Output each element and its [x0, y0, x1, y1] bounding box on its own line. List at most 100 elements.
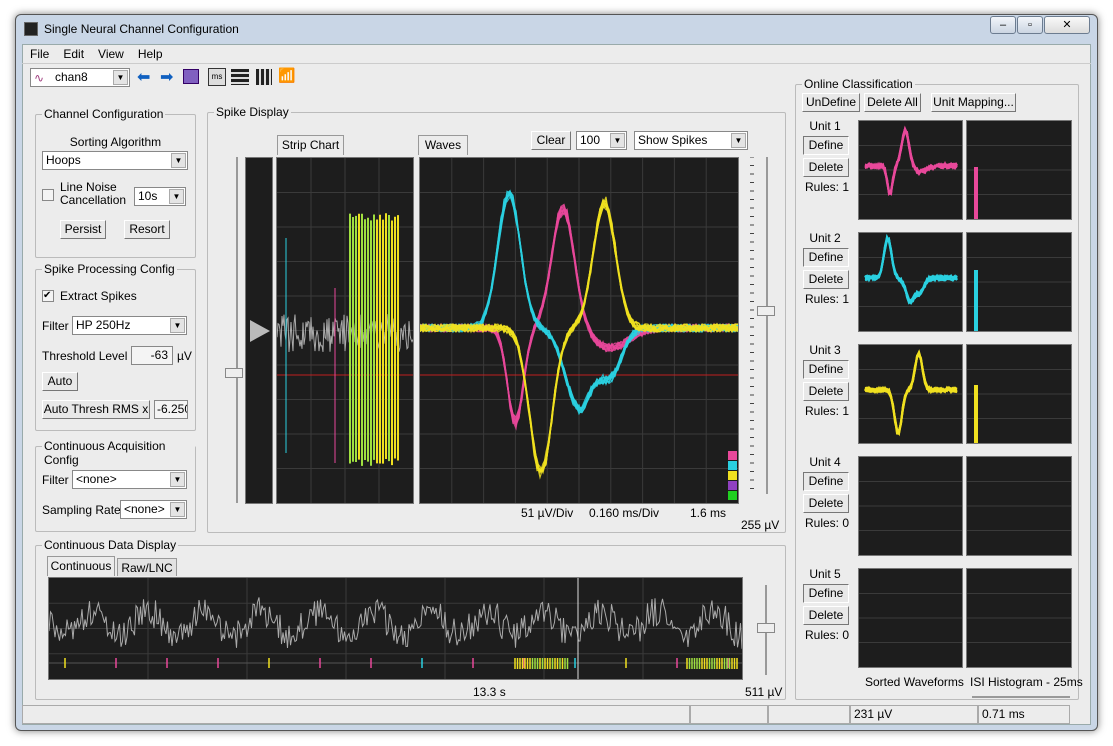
isi-slider[interactable]	[972, 696, 1070, 698]
line-noise-interval-select[interactable]: 10s ▼	[134, 187, 186, 206]
unit-row: Unit 4 Define Delete Rules: 0	[800, 454, 856, 554]
channel-value: chan8	[55, 70, 88, 84]
sampling-rate-select[interactable]: <none> ▼	[120, 500, 187, 519]
define-button[interactable]: Define	[803, 136, 849, 155]
arrow-right-icon[interactable]: ➡	[160, 67, 173, 87]
scale-ruler	[750, 157, 754, 489]
threshold-slider-thumb[interactable]	[225, 368, 243, 378]
unit-waveform	[864, 237, 958, 306]
rules-count: Rules: 0	[804, 628, 850, 642]
volts-per-div-label: 51 µV/Div	[521, 506, 574, 520]
unit-waveform	[864, 238, 958, 304]
persist-button[interactable]: Persist	[60, 220, 106, 239]
grid-view-icon[interactable]	[256, 69, 272, 85]
unit-name: Unit 1	[809, 119, 841, 133]
resort-button[interactable]: Resort	[124, 220, 170, 239]
line-noise-interval-value: 10s	[138, 189, 158, 203]
ms-view-icon[interactable]: ms	[208, 68, 226, 86]
scale-slider-thumb[interactable]	[757, 306, 775, 316]
rms-multiplier-input[interactable]: -6.250	[154, 400, 188, 419]
threshold-slider-track	[236, 157, 238, 503]
close-button[interactable]: ✕	[1044, 16, 1090, 34]
tab-raw-lnc[interactable]: Raw/LNC	[117, 558, 177, 576]
sorted-waveform-svg	[859, 593, 962, 643]
undefine-button[interactable]: UnDefine	[802, 93, 860, 112]
menu-edit[interactable]: Edit	[63, 47, 84, 61]
continuous-scale-thumb[interactable]	[757, 623, 775, 633]
sorting-algorithm-value: Hoops	[46, 153, 81, 167]
channel-select[interactable]: ∿ chan8 ▼	[30, 68, 130, 87]
delete-button[interactable]: Delete	[803, 270, 849, 289]
channel-configuration-group: Channel Configuration Sorting Algorithm …	[35, 107, 196, 258]
chevron-down-icon: ▼	[731, 133, 746, 148]
isi-histogram-svg	[967, 257, 1071, 331]
unit-name: Unit 5	[809, 567, 841, 581]
auto-button[interactable]: Auto	[42, 372, 78, 391]
arrow-left-icon[interactable]: ⬅	[137, 67, 150, 87]
app-icon	[24, 22, 38, 36]
define-button[interactable]: Define	[803, 584, 849, 603]
display-mode-value: Show Spikes	[638, 133, 708, 147]
threshold-unit: µV	[177, 349, 192, 363]
maximize-button[interactable]: ▫	[1017, 16, 1043, 34]
tab-waves[interactable]: Waves	[418, 135, 468, 155]
line-noise-checkbox[interactable]	[42, 189, 54, 201]
tab-strip-chart[interactable]: Strip Chart	[277, 135, 344, 155]
tab-continuous[interactable]: Continuous	[47, 556, 115, 576]
define-button[interactable]: Define	[803, 360, 849, 379]
delete-all-button[interactable]: Delete All	[864, 93, 921, 112]
clear-button[interactable]: Clear	[531, 131, 571, 150]
continuous-filter-select[interactable]: <none> ▼	[72, 470, 187, 489]
menu-view[interactable]: View	[98, 47, 124, 61]
unit-waveform	[864, 126, 958, 196]
sorted-waveform-svg	[859, 233, 962, 307]
extract-spikes-checkbox[interactable]: ✔	[42, 290, 54, 302]
antenna-icon[interactable]: 📶	[278, 67, 295, 84]
strip-chart-svg	[277, 158, 413, 503]
define-button[interactable]: Define	[803, 472, 849, 491]
sampling-rate-value: <none>	[124, 502, 165, 516]
unit-mapping-button[interactable]: Unit Mapping...	[931, 93, 1016, 112]
chevron-down-icon: ▼	[113, 70, 128, 85]
isi-histogram-plot	[966, 232, 1072, 332]
sorted-waveform-plot	[858, 456, 963, 556]
unit-row: Unit 5 Define Delete Rules: 0	[800, 566, 856, 666]
sorted-waveform-svg	[859, 481, 962, 531]
sorted-waveform-plot	[858, 568, 963, 668]
strip-chart-plot	[276, 157, 414, 504]
isi-histogram-plot	[966, 344, 1072, 444]
define-button[interactable]: Define	[803, 248, 849, 267]
menu-help[interactable]: Help	[138, 47, 163, 61]
sorted-waveform-plot	[858, 344, 963, 444]
display-mode-select[interactable]: Show Spikes ▼	[634, 131, 748, 150]
spike-filter-select[interactable]: HP 250Hz ▼	[72, 316, 187, 335]
time-per-div-label: 0.160 ms/Div	[589, 506, 660, 520]
auto-thresh-rms-button[interactable]: Auto Thresh RMS x	[42, 400, 150, 419]
isi-histogram-label: ISI Histogram - 25ms	[970, 675, 1083, 689]
group-title: Continuous Acquisition Config	[42, 439, 195, 467]
group-title: Spike Display	[214, 105, 291, 119]
filter-label: Filter	[42, 473, 69, 487]
status-segment	[768, 705, 850, 724]
minimize-button[interactable]: –	[990, 16, 1016, 34]
unit-row: Unit 2 Define Delete Rules: 1	[800, 230, 856, 330]
unit-legend-swatch	[728, 481, 737, 490]
delete-button[interactable]: Delete	[803, 382, 849, 401]
unit-waveform	[864, 236, 958, 305]
menu-file[interactable]: File	[30, 47, 49, 61]
continuous-filter-value: <none>	[76, 472, 117, 486]
threshold-arrow-icon	[250, 320, 270, 342]
delete-button[interactable]: Delete	[803, 158, 849, 177]
delete-button[interactable]: Delete	[803, 606, 849, 625]
spike-count-select[interactable]: 100 ▼	[576, 131, 627, 150]
delete-button[interactable]: Delete	[803, 494, 849, 513]
unit-name: Unit 4	[809, 455, 841, 469]
sorting-algorithm-select[interactable]: Hoops ▼	[42, 151, 188, 170]
properties-icon[interactable]	[183, 69, 199, 84]
sorted-waveform-svg	[859, 125, 962, 196]
unit-legend-swatch	[728, 461, 737, 470]
stacked-view-icon[interactable]	[231, 69, 249, 85]
threshold-input[interactable]: -63	[131, 346, 173, 365]
unit-name: Unit 2	[809, 231, 841, 245]
status-voltage: 231 µV	[850, 705, 978, 724]
